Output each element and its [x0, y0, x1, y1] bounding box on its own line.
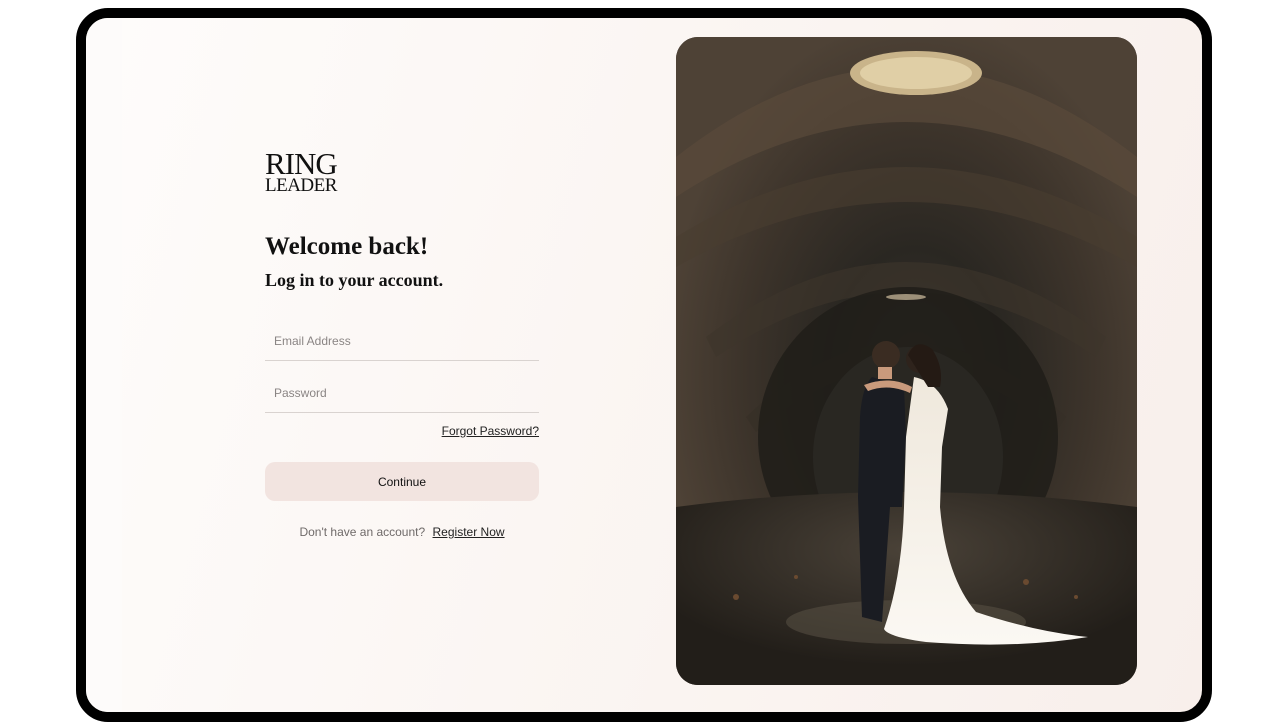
brand-logo: RING LEADER [265, 148, 338, 196]
brand-logo-line2: LEADER [265, 175, 337, 196]
signup-prompt: Don't have an account? Register Now [265, 525, 539, 539]
password-field-wrapper [265, 374, 539, 413]
register-now-link[interactable]: Register Now [433, 525, 505, 539]
continue-button[interactable]: Continue [265, 462, 539, 501]
no-account-text: Don't have an account? [299, 525, 426, 539]
password-input[interactable] [265, 374, 539, 412]
email-input[interactable] [265, 322, 539, 360]
email-field-wrapper [265, 322, 539, 361]
tunnel-photo-illustration [676, 37, 1137, 685]
login-subtitle: Log in to your account. [265, 270, 444, 290]
welcome-heading: Welcome back! [265, 233, 429, 260]
forgot-password-link[interactable]: Forgot Password? [438, 424, 539, 438]
wedding-couple-photo [676, 37, 1137, 685]
app-frame: RING LEADER Welcome back! Log in to your… [76, 8, 1212, 722]
left-edge-shade [86, 18, 122, 712]
